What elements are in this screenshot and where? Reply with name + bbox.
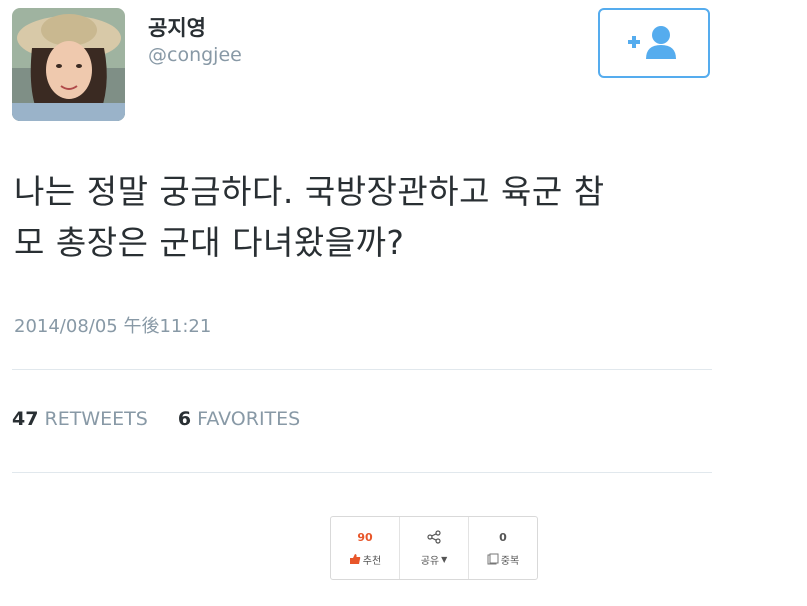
tweet-text-line: 나는 정말 궁금하다. 국방장관하고 육군 참 [14,172,605,211]
avatar[interactable] [12,8,125,121]
favorites-label: FAVORITES [197,408,301,430]
recommend-count: 90 [357,530,373,544]
retweets-label: RETWEETS [44,408,148,430]
display-name[interactable]: 공지영 [148,12,206,42]
share-label: 공유 [420,555,440,567]
duplicate-button[interactable]: 0 중복 [469,517,537,579]
tweet-page: 공지영 @congjee 나는 정말 궁금하다. 국방장관하고 육군 참 모 총… [0,0,807,606]
duplicate-label: 중복 [500,555,520,567]
divider [12,472,712,473]
divider [12,369,712,370]
duplicate-count: 0 [499,530,507,544]
follow-button[interactable] [598,8,710,78]
add-user-icon [628,26,676,59]
favorites-stat[interactable]: 6 FAVORITES [178,408,300,430]
thumbs-up-icon [349,554,361,564]
caret-down-icon: ▼ [441,554,448,564]
tweet-text: 나는 정말 궁금하다. 국방장관하고 육군 참 모 총장은 군대 다녀왔을까? [14,166,714,268]
social-button-bar: 90 추천 공유 ▼ 0 중복 [330,516,538,580]
avatar-photo [12,8,125,121]
recommend-button[interactable]: 90 추천 [331,517,400,579]
duplicate-icon [487,553,499,565]
favorites-count: 6 [177,408,192,430]
user-handle[interactable]: @congjee [148,44,242,66]
retweets-count: 47 [12,408,39,430]
tweet-text-line: 모 총장은 군대 다녀왔을까? [14,223,405,262]
recommend-label: 추천 [362,555,382,567]
tweet-timestamp[interactable]: 2014/08/05 午後11:21 [14,312,211,338]
share-button[interactable]: 공유 ▼ [400,517,469,579]
retweets-stat[interactable]: 47 RETWEETS [12,408,154,430]
share-icon [427,529,441,544]
tweet-stats: 47 RETWEETS 6 FAVORITES [12,408,300,430]
